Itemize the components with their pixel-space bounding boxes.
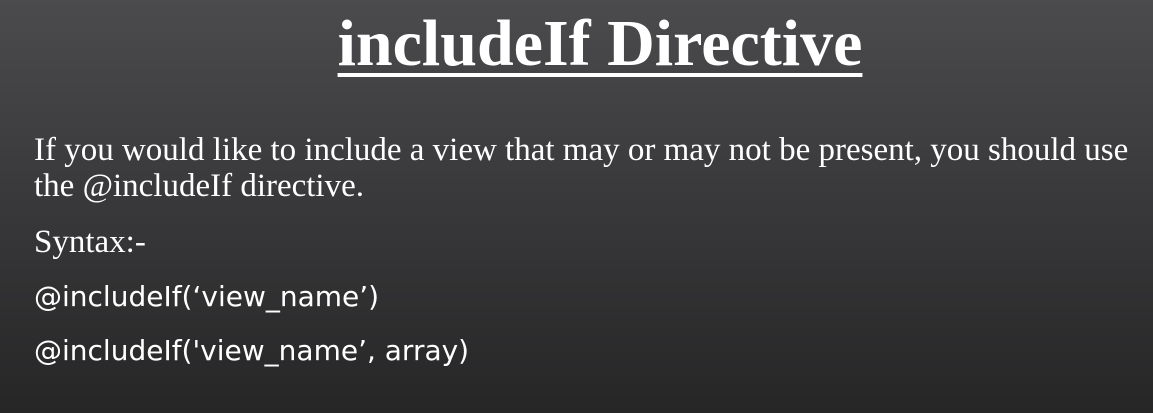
description-text: If you would like to include a view that… bbox=[34, 132, 1129, 204]
code-line: @includeIf('view_name’, array) bbox=[34, 334, 470, 367]
code-line: @includeIf(‘view_name’) bbox=[34, 280, 380, 313]
slide-title: includeIf Directive bbox=[337, 7, 863, 80]
syntax-label: Syntax:- bbox=[34, 224, 146, 260]
